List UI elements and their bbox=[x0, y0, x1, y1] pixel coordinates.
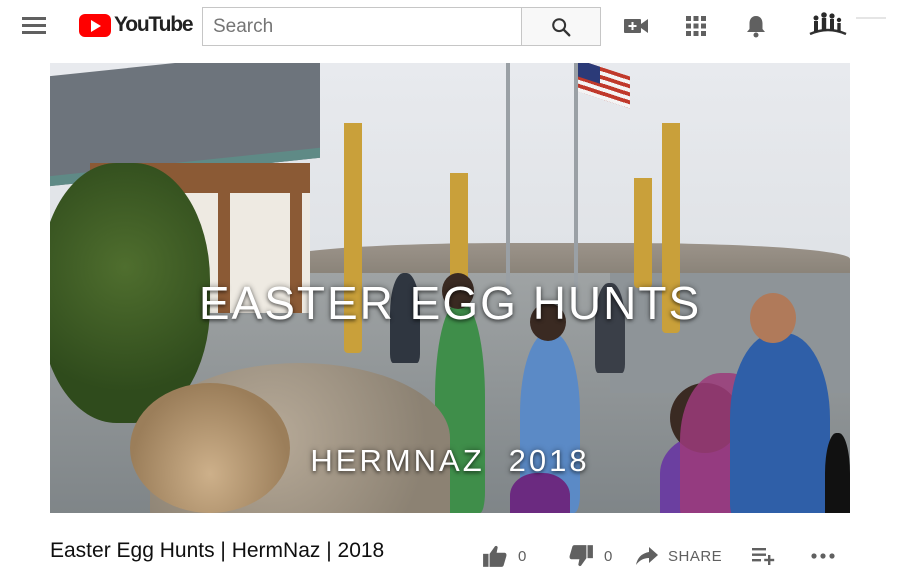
video-actions: 0 0 SHARE bbox=[482, 541, 836, 571]
save-to-playlist-button[interactable] bbox=[752, 546, 810, 566]
video-overlay-title: EASTER EGG HUNTS bbox=[198, 277, 702, 329]
more-options-button[interactable] bbox=[810, 552, 836, 560]
add-to-playlist-icon bbox=[752, 548, 775, 565]
youtube-play-icon bbox=[79, 13, 111, 37]
search-input[interactable] bbox=[202, 7, 521, 46]
more-options-icon bbox=[811, 553, 835, 559]
video-player[interactable]: EASTER EGG HUNTS HERMNAZ 2018 bbox=[50, 63, 850, 513]
like-button[interactable]: 0 bbox=[482, 544, 568, 568]
channel-avatar[interactable] bbox=[806, 6, 850, 42]
like-count: 0 bbox=[518, 547, 527, 565]
video-camera-add-icon bbox=[624, 19, 648, 33]
thumbs-up-icon bbox=[483, 545, 507, 567]
search-bar bbox=[202, 7, 602, 46]
share-arrow-icon bbox=[636, 547, 658, 565]
masthead-divider bbox=[856, 17, 886, 19]
masthead: YouTube bbox=[0, 0, 907, 52]
video-overlay-subtitle: HERMNAZ 2018 bbox=[50, 443, 850, 479]
dislike-count: 0 bbox=[604, 547, 613, 565]
dislike-button[interactable]: 0 bbox=[568, 544, 636, 568]
share-button[interactable]: SHARE bbox=[636, 547, 752, 565]
share-label: SHARE bbox=[668, 547, 723, 565]
apps-button[interactable] bbox=[682, 12, 710, 40]
search-button[interactable] bbox=[521, 7, 601, 46]
notifications-button[interactable] bbox=[742, 12, 770, 40]
video-title: Easter Egg Hunts | HermNaz | 2018 bbox=[50, 539, 385, 562]
apps-grid-icon bbox=[686, 16, 706, 36]
logo-text: YouTube bbox=[114, 13, 194, 36]
video-overlay-subtitle-org: HERMNAZ bbox=[310, 443, 485, 478]
youtube-logo[interactable]: YouTube bbox=[79, 12, 194, 38]
search-icon bbox=[552, 17, 571, 36]
video-overlay-subtitle-year: 2018 bbox=[508, 443, 590, 478]
notifications-bell-icon bbox=[747, 16, 765, 38]
create-video-button[interactable] bbox=[622, 12, 650, 40]
thumbs-down-icon bbox=[569, 545, 593, 567]
menu-icon[interactable] bbox=[20, 14, 48, 36]
family-logo-icon bbox=[809, 12, 847, 36]
